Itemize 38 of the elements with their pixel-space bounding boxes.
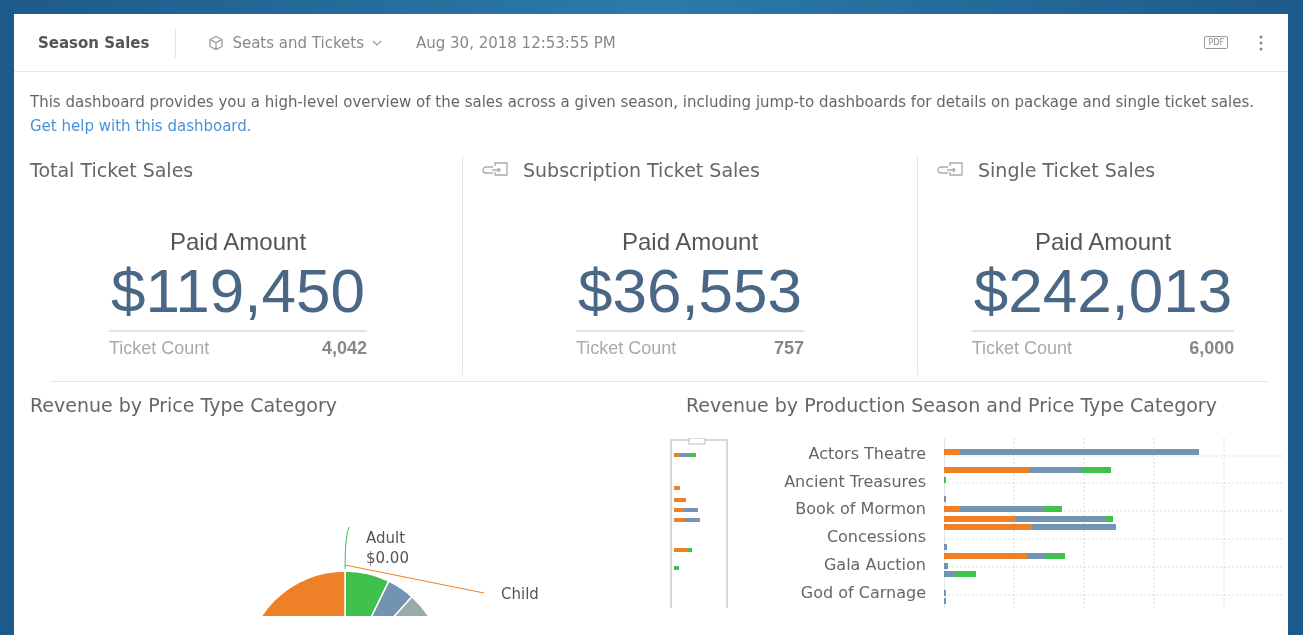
- category-label: Gala Auction: [823, 553, 926, 576]
- count-label: Ticket Count: [575, 338, 677, 359]
- kpi-title: Total Ticket Sales: [30, 159, 194, 181]
- count-value: 6,000: [1189, 338, 1235, 359]
- count-value: 757: [774, 338, 805, 359]
- bar-segment: [944, 563, 948, 569]
- kpi-title: Single Ticket Sales: [978, 159, 1156, 181]
- help-link[interactable]: Get help with this dashboard.: [30, 117, 252, 135]
- bar-segment: [944, 544, 947, 550]
- dashboard-description: This dashboard provides you a high-level overview of the sales across a given season, including jump-to dashboards for details on package and single ticket sales. Get help with this dashboard.: [29, 92, 1256, 137]
- kpi-title: Subscription Ticket Sales: [523, 159, 760, 181]
- more-options-icon[interactable]: [1258, 33, 1264, 52]
- count-label: Ticket Count: [971, 338, 1073, 359]
- category-label: Concessions: [826, 526, 926, 549]
- category-label: Book of Mormon: [795, 498, 926, 521]
- dashboard-title: Season Sales: [38, 27, 177, 58]
- category-label: Actors Theatre: [808, 443, 926, 465]
- chevron-down-icon[interactable]: [372, 39, 382, 46]
- slice-value: $0.00: [366, 548, 409, 568]
- chart-title: Revenue by Production Season and Price Type Category: [685, 393, 1218, 416]
- count-value: 4,042: [321, 338, 367, 359]
- slice-label: Child: [501, 584, 539, 604]
- kpi-value: $242,013: [971, 256, 1235, 332]
- source-dropdown[interactable]: Seats and Tickets: [232, 33, 364, 52]
- cube-icon: [208, 34, 225, 51]
- kpi-value: $36,553: [575, 256, 805, 332]
- kpi-value: $119,450: [109, 256, 367, 332]
- scroll-preview-drawing[interactable]: [670, 438, 730, 608]
- timestamp: Aug 30, 2018 12:53:55 PM: [416, 33, 616, 52]
- slice-label: Adult: [366, 528, 407, 548]
- kpi-label: Paid Amount: [621, 228, 759, 256]
- chart-title: Revenue by Price Type Category: [29, 393, 338, 416]
- pdf-export-button[interactable]: PDF: [1204, 36, 1228, 49]
- category-label: God of Carnage: [800, 581, 926, 604]
- kpi-label: Paid Amount: [169, 228, 307, 256]
- kpi-label: Paid Amount: [1034, 228, 1172, 256]
- count-label: Ticket Count: [109, 338, 210, 359]
- category-label: Ancient Treasures: [784, 470, 926, 493]
